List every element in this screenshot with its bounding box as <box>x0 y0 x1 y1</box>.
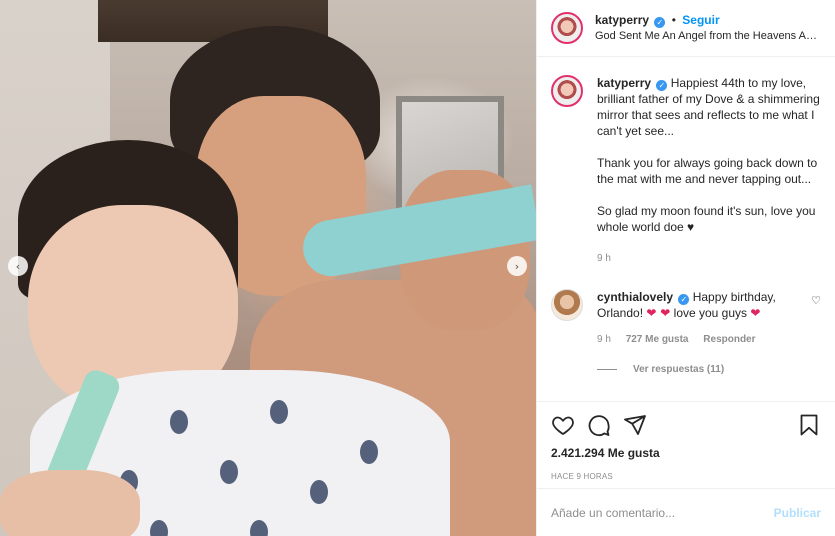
comment-like-icon[interactable]: ♡ <box>811 289 821 348</box>
commenter-avatar[interactable] <box>551 289 583 321</box>
caption-time[interactable]: 9 h <box>597 251 821 267</box>
caption-text-2: Thank you for always going back down to … <box>597 156 818 186</box>
comment-meta: 9 h 727 Me gusta Responder <box>597 332 811 348</box>
reply-button[interactable]: Responder <box>703 334 755 345</box>
author-username[interactable]: katyperry <box>595 13 649 27</box>
share-icon[interactable] <box>623 413 647 437</box>
comments-list[interactable]: katyperry ✓ Happiest 44th to my love, br… <box>537 57 835 401</box>
caption-author-avatar[interactable] <box>551 75 583 107</box>
comment-time[interactable]: 9 h <box>597 334 611 345</box>
commenter-username[interactable]: cynthialovely <box>597 290 673 304</box>
follow-button[interactable]: Seguir <box>682 13 719 27</box>
location-link[interactable]: God Sent Me An Angel from the Heavens Ab… <box>595 28 817 44</box>
caption-author[interactable]: katyperry <box>597 76 651 90</box>
instagram-post: ‹ › katyperry ✓ • Seguir God Sent Me An … <box>0 0 835 536</box>
photo-hand-left <box>0 470 140 536</box>
divider-line <box>597 369 617 370</box>
comment-icon[interactable] <box>587 413 611 437</box>
bookmark-icon[interactable] <box>797 413 821 437</box>
author-avatar[interactable] <box>551 12 583 44</box>
heart-icon[interactable] <box>551 413 575 437</box>
verified-badge-icon: ✓ <box>678 294 690 305</box>
caption: katyperry ✓ Happiest 44th to my love, br… <box>551 75 821 267</box>
post-timestamp[interactable]: HACE 9 HORAS <box>551 472 821 481</box>
comment-item: cynthialovely ✓ Happy birthday, Orlando!… <box>551 289 821 348</box>
chevron-left-icon[interactable]: ‹ <box>8 256 28 276</box>
caption-text-3: So glad my moon found it's sun, love you… <box>597 204 816 234</box>
post-photo[interactable]: ‹ › <box>0 0 536 536</box>
verified-badge-icon: ✓ <box>656 80 668 91</box>
publish-button[interactable]: Publicar <box>774 506 821 520</box>
chevron-right-icon[interactable]: › <box>507 256 527 276</box>
view-replies-label: Ver respuestas (11) <box>633 364 725 375</box>
author-meta: katyperry ✓ • Seguir God Sent Me An Ange… <box>595 12 817 44</box>
caption-body: katyperry ✓ Happiest 44th to my love, br… <box>597 75 821 267</box>
heart-emoji-end: ❤ <box>750 306 761 320</box>
view-replies-button[interactable]: Ver respuestas (11) <box>597 364 821 375</box>
comment-body: cynthialovely ✓ Happy birthday, Orlando!… <box>597 289 811 348</box>
post-side-panel: katyperry ✓ • Seguir God Sent Me An Ange… <box>536 0 835 536</box>
action-bar: 2.421.294 Me gusta HACE 9 HORAS <box>537 401 835 488</box>
heart-emoji: ❤ ❤ <box>646 306 671 320</box>
verified-badge-icon: ✓ <box>654 17 666 28</box>
likes-count[interactable]: 2.421.294 Me gusta <box>551 446 821 460</box>
post-header: katyperry ✓ • Seguir God Sent Me An Ange… <box>537 0 835 57</box>
comment-composer: Publicar <box>537 488 835 536</box>
comment-text-2: love you guys <box>673 306 748 320</box>
comment-likes[interactable]: 727 Me gusta <box>626 334 689 345</box>
action-icons <box>551 410 821 440</box>
separator-dot: • <box>671 13 676 27</box>
comment-input[interactable] <box>551 505 774 520</box>
